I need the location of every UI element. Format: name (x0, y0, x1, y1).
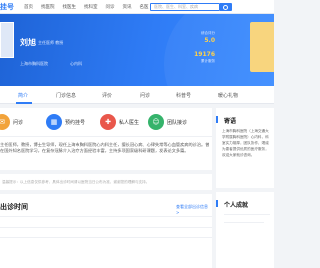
tab-clinic[interactable]: 门诊信息 (56, 92, 76, 99)
doctor-title: 主任医师 教授 (38, 40, 64, 45)
nav-item[interactable]: 找科室 (84, 4, 98, 10)
nav-item[interactable]: 资讯 (123, 4, 132, 10)
rating-value: 5.0 (204, 37, 215, 44)
nav-item[interactable]: 首页 (24, 4, 33, 10)
doctor-department[interactable]: 心内科 (70, 61, 82, 67)
schedule-more-link[interactable]: 查看全部出诊信息 > (176, 204, 212, 215)
active-tab-indicator (16, 102, 32, 104)
schedule-title: 出诊时间 (0, 203, 28, 211)
notice-text: 温馨提示：以上信息仅供参考，具体出诊时间请以医院当日公布为准，谢谢您的理解与支持… (0, 174, 212, 190)
doctor-name: 刘旭 (20, 38, 36, 47)
action-label: 预约挂号 (65, 119, 86, 126)
nav-item[interactable]: 找医生 (63, 4, 77, 10)
section-marker (216, 116, 218, 123)
rating-label: 综合评分 (201, 31, 215, 35)
message-panel: 寄语 上海市胸科医院（上海交通大学附属胸科医院）心内科，科室实力雄厚，团队协作，… (216, 108, 274, 188)
appointment-button[interactable]: ▦ 预约挂号 (46, 114, 85, 130)
table-row (0, 227, 212, 228)
calendar-icon: ▦ (46, 114, 62, 130)
consult-button[interactable]: ✉ 问诊 (0, 114, 23, 130)
service-label: 累计服务 (201, 59, 215, 63)
action-label: 私人医生 (119, 119, 140, 126)
nav-item[interactable]: 问诊 (106, 4, 115, 10)
action-label: 问诊 (13, 119, 24, 126)
chat-icon: ✉ (0, 114, 10, 130)
tab-gifts[interactable]: 暖心礼物 (218, 92, 238, 99)
schedule-card: 出诊时间 查看全部出诊信息 > (0, 194, 212, 268)
nav-item[interactable]: 找医院 (41, 4, 55, 10)
doctor-avatar (0, 22, 14, 58)
doctor-hospital[interactable]: 上海市胸科医院 (20, 61, 48, 67)
service-count: 19176 (194, 51, 215, 58)
tab-reviews[interactable]: 评价 (102, 92, 112, 99)
top-nav: 首页 找医院 找医生 找科室 问诊 资讯 名医 (24, 4, 149, 10)
top-bar: 挂号 首页 找医院 找医生 找科室 问诊 资讯 名医 医院、医生、科室、疾病 (0, 0, 274, 14)
doctor-main-card: ✉ 问诊 ▦ 预约挂号 ✚ 私人医生 ☺ 团队接诊 主任医师，教授，博士生导师，… (0, 108, 212, 170)
placeholder-line (224, 214, 270, 215)
private-doctor-button[interactable]: ✚ 私人医生 (100, 114, 139, 130)
tab-science[interactable]: 科普号 (176, 92, 191, 99)
profile-tabs: 简介 门诊信息 评价 问诊 科普号 暖心礼物 (0, 86, 274, 104)
team-icon: ☺ (148, 114, 164, 130)
message-title: 寄语 (224, 118, 237, 125)
achievements-panel: 个人成就 (216, 192, 274, 268)
doctor-icon: ✚ (100, 114, 116, 130)
tab-consult[interactable]: 问诊 (140, 92, 150, 99)
site-logo[interactable]: 挂号 (0, 2, 14, 12)
section-marker (216, 200, 218, 207)
tab-intro[interactable]: 简介 (18, 92, 28, 99)
doctor-bio: 主任医师，教授，博士生导师，现任上海市胸科医院心内科主任，擅长冠心病、心律失常等… (0, 142, 210, 153)
search-button[interactable] (220, 3, 232, 11)
action-label: 团队接诊 (167, 119, 188, 126)
search-input[interactable]: 医院、医生、科室、疾病 (150, 3, 220, 11)
placeholder-line (224, 222, 264, 223)
schedule-table (0, 216, 212, 246)
doctor-hero-banner: 刘旭 主任医师 教授 上海市胸科医院 心内科 5.0 综合评分 19176 累计… (0, 14, 274, 86)
divider (0, 136, 212, 137)
achievements-title: 个人成就 (224, 202, 249, 209)
promo-banner[interactable] (250, 22, 274, 72)
team-consult-button[interactable]: ☺ 团队接诊 (148, 114, 187, 130)
nav-item[interactable]: 名医 (140, 4, 149, 10)
table-row (0, 237, 212, 238)
message-text: 上海市胸科医院（上海交通大学附属胸科医院）心内科，科室实力雄厚，团队协作，竭诚为… (222, 129, 269, 157)
